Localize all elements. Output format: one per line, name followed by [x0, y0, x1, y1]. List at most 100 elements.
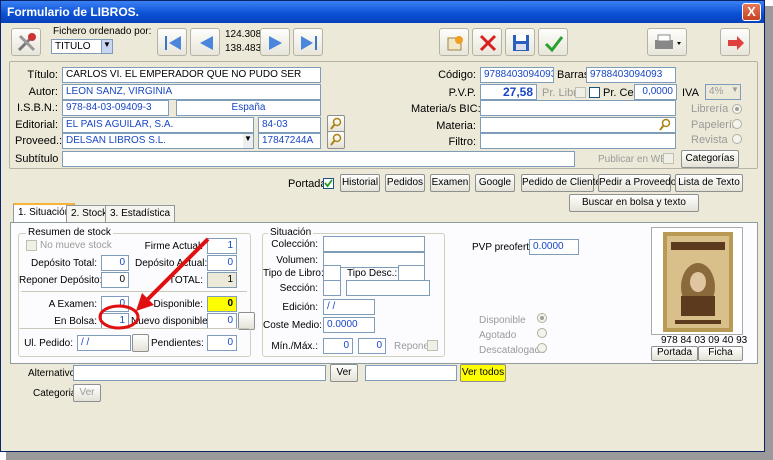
new-record-button[interactable] — [439, 28, 469, 56]
proveedor-field[interactable]: DELSAN LIBROS S.L. — [62, 133, 254, 149]
autor-field[interactable]: LEON SANZ, VIRGINIA — [62, 84, 321, 100]
iva-label: IVA — [682, 87, 699, 99]
record-total: 138.483 — [225, 43, 262, 54]
estado-descatalogado-radio[interactable] — [537, 343, 547, 353]
tools-icon — [17, 33, 36, 52]
buscar-bolsa-button[interactable]: Buscar en bolsa y texto — [569, 194, 699, 212]
cover-frame — [651, 227, 743, 335]
proveedor-label: Proveed.: — [15, 135, 63, 147]
close-button[interactable]: X — [742, 3, 761, 21]
estado-disponible-radio[interactable] — [537, 313, 547, 323]
print-button[interactable] — [647, 28, 687, 56]
exit-button[interactable] — [720, 28, 750, 56]
pais-field[interactable]: España — [176, 100, 321, 116]
tools-button[interactable] — [11, 28, 41, 56]
editorial-label: Editorial: — [15, 119, 58, 131]
estado-disponible-label: Disponible — [479, 315, 526, 326]
no-mueve-checkbox[interactable] — [26, 240, 37, 251]
delete-icon — [479, 34, 497, 52]
first-record-button[interactable] — [157, 28, 187, 56]
last-icon — [301, 36, 317, 50]
coleccion-label: Colección: — [271, 239, 318, 250]
autor-label: Autor: — [28, 86, 58, 98]
reponer-checkbox[interactable] — [427, 340, 438, 351]
alternativo-extra-field[interactable] — [365, 365, 457, 381]
categoria-ver-button[interactable]: Ver — [73, 384, 101, 402]
lista-texto-button[interactable]: Lista de Texto — [675, 174, 743, 192]
materia-field[interactable] — [480, 117, 676, 133]
save-record-button[interactable] — [505, 28, 535, 56]
editorial-code-field[interactable]: 84-03 — [258, 117, 321, 133]
pedidos-button[interactable]: Pedidos — [385, 174, 425, 192]
ficha-button[interactable]: Ficha — [698, 346, 743, 361]
book-cover-image[interactable] — [663, 232, 733, 332]
editorial-field[interactable]: EL PAIS AGUILAR, S.A. — [62, 117, 254, 133]
edicion-field[interactable]: / / — [323, 299, 375, 315]
revista-radio[interactable] — [732, 134, 742, 144]
next-icon — [269, 36, 282, 50]
portadas-checkbox[interactable] — [323, 178, 334, 189]
alternativo-field[interactable] — [73, 365, 326, 381]
last-record-button[interactable] — [293, 28, 323, 56]
iva-chevron-icon[interactable]: ▼ — [730, 85, 740, 99]
papeleria-radio[interactable] — [732, 119, 742, 129]
annotation-arrow-line — [142, 237, 210, 305]
estado-descatalogado-label: Descatalogado — [479, 345, 546, 356]
ul-pedido-field[interactable]: / / — [77, 335, 131, 351]
accept-button[interactable] — [538, 28, 568, 56]
revista-label: Revista — [691, 134, 728, 146]
ver-button[interactable]: Ver — [330, 364, 358, 382]
delete-record-button[interactable] — [472, 28, 502, 56]
check-icon — [544, 36, 564, 53]
max-field[interactable]: 0 — [358, 338, 386, 354]
ul-pedido-button[interactable] — [132, 334, 149, 352]
pendientes-field[interactable]: 0 — [207, 335, 237, 351]
ver-todos-button[interactable]: Ver todos — [460, 364, 506, 382]
publicar-web-checkbox[interactable] — [663, 153, 674, 164]
seccion-field[interactable] — [346, 280, 430, 296]
deposito-total-label: Depósito Total: — [31, 258, 97, 269]
barras-field[interactable]: 9788403094093 — [586, 67, 676, 83]
next-record-button[interactable] — [260, 28, 290, 56]
proveedor-search-button[interactable] — [327, 131, 345, 149]
coste-medio-field[interactable]: 0.0000 — [323, 317, 375, 333]
filtro-field[interactable] — [480, 133, 676, 149]
tab-estadistica[interactable]: 3. Estadística — [105, 205, 176, 223]
google-button[interactable]: Google — [475, 174, 515, 192]
pedir-proveedor-button[interactable]: Pedir a Proveedor — [598, 174, 680, 192]
annotation-overlay — [98, 237, 210, 330]
reponer-deposito-label: Reponer Depósito: — [19, 275, 103, 286]
pendientes-label: Pendientes: — [151, 338, 204, 349]
subtitulo-field[interactable] — [62, 151, 575, 167]
tipo-desc-field[interactable] — [398, 265, 425, 281]
materias-bic-field[interactable] — [480, 100, 676, 116]
pedido-cliente-button[interactable]: Pedido de Cliente — [521, 174, 601, 192]
preoferta-field[interactable]: 0.0000 — [529, 239, 579, 255]
precio-libre-checkbox[interactable] — [575, 87, 586, 98]
prev-record-button[interactable] — [190, 28, 220, 56]
coleccion-field[interactable] — [323, 236, 425, 252]
tipo-libro-field[interactable] — [323, 265, 341, 281]
examen-button[interactable]: Examen — [430, 174, 470, 192]
isbn-field[interactable]: 978-84-03-09409-3 — [62, 100, 169, 116]
estado-agotado-radio[interactable] — [537, 328, 547, 338]
precio-cesion-checkbox[interactable] — [589, 87, 600, 98]
historial-button[interactable]: Historial — [340, 174, 380, 192]
chevron-down-icon[interactable]: ▼ — [101, 40, 112, 53]
sort-value: TITULO — [55, 41, 91, 52]
filtro-label: Filtro: — [448, 136, 477, 148]
pvp-field[interactable]: 27,58 — [480, 84, 537, 100]
codigo-field[interactable]: 9788403094093 — [480, 67, 554, 83]
situacion-group-title: Situación — [268, 227, 314, 238]
libreria-radio[interactable] — [732, 104, 742, 114]
titulo-field[interactable]: CARLOS VI. EL EMPERADOR QUE NO PUDO SER — [62, 67, 321, 83]
min-field[interactable]: 0 — [323, 338, 353, 354]
portada-button[interactable]: Portada — [651, 346, 698, 361]
precio-cesion-field[interactable]: 0,0000 — [634, 84, 677, 100]
categorias-button[interactable]: Categorías — [681, 150, 739, 168]
proveedor-code-field[interactable]: 17847244A — [258, 133, 321, 149]
proveedor-dropdown-icon[interactable]: ▼ — [243, 134, 253, 148]
estado-agotado-label: Agotado — [479, 330, 517, 341]
seccion-code-field[interactable] — [323, 280, 341, 296]
record-current: 124.308 — [225, 29, 262, 40]
